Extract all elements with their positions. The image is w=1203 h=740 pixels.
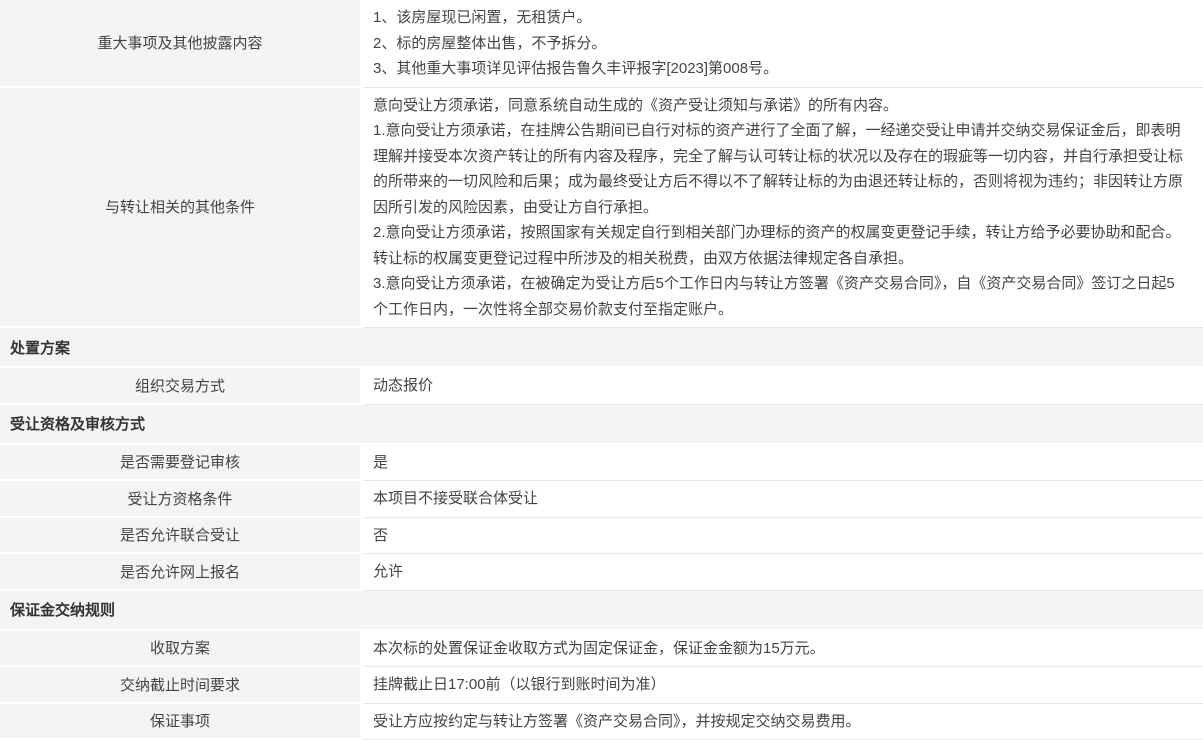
- value-line: 否: [373, 523, 1185, 549]
- field-value-cell: 1、该房屋现已闲置，无租赁户。2、标的房屋整体出售，不予拆分。3、其他重大事项详…: [363, 0, 1203, 88]
- field-label-cell: 是否允许联合受让: [0, 518, 363, 555]
- table-row: 收取方案本次标的处置保证金收取方式为固定保证金，保证金金额为15万元。: [0, 631, 1203, 668]
- info-table: 重大事项及其他披露内容1、该房屋现已闲置，无租赁户。2、标的房屋整体出售，不予拆…: [0, 0, 1203, 740]
- table-row: 是否允许联合受让否: [0, 518, 1203, 555]
- field-value-cell: 否: [363, 518, 1203, 555]
- field-value-cell: 挂牌截止日17:00前（以银行到账时间为准）: [363, 667, 1203, 704]
- value-line: 挂牌截止日17:00前（以银行到账时间为准）: [373, 672, 1185, 698]
- table-row: 交纳截止时间要求挂牌截止日17:00前（以银行到账时间为准）: [0, 667, 1203, 704]
- value-line: 3.意向受让方须承诺，在被确定为受让方后5个工作日内与转让方签署《资产交易合同》…: [373, 271, 1185, 322]
- table-row: 是否需要登记审核是: [0, 445, 1203, 482]
- table-row: 是否允许网上报名允许: [0, 554, 1203, 591]
- field-value-cell: 本项目不接受联合体受让: [363, 481, 1203, 518]
- field-label-cell: 与转让相关的其他条件: [0, 88, 363, 329]
- value-line: 1.意向受让方须承诺，在挂牌公告期间已自行对标的资产进行了全面了解，一经递交受让…: [373, 118, 1185, 220]
- section-header-label: 受让资格及审核方式: [10, 413, 145, 434]
- value-line: 3、其他重大事项详见评估报告鲁久丰评报字[2023]第008号。: [373, 56, 1185, 82]
- field-label-cell: 交纳截止时间要求: [0, 667, 363, 704]
- section-header-row: 受让资格及审核方式: [0, 405, 1203, 445]
- value-line: 允许: [373, 559, 1185, 585]
- field-label-cell: 组织交易方式: [0, 368, 363, 405]
- value-line: 受让方应按约定与转让方签署《资产交易合同》，并按规定交纳交易费用。: [373, 709, 1185, 735]
- field-value-cell: 本次标的处置保证金收取方式为固定保证金，保证金金额为15万元。: [363, 631, 1203, 668]
- value-line: 2、标的房屋整体出售，不予拆分。: [373, 31, 1185, 57]
- field-value-cell: 意向受让方须承诺，同意系统自动生成的《资产受让须知与承诺》的所有内容。1.意向受…: [363, 88, 1203, 329]
- value-line: 2.意向受让方须承诺，按照国家有关规定自行到相关部门办理标的资产的权属变更登记手…: [373, 220, 1185, 271]
- section-header-label: 保证金交纳规则: [10, 599, 115, 620]
- value-line: 动态报价: [373, 373, 1185, 399]
- section-header-label: 处置方案: [10, 337, 70, 358]
- field-value-cell: 允许: [363, 554, 1203, 591]
- field-value-cell: 动态报价: [363, 368, 1203, 405]
- field-label-cell: 是否允许网上报名: [0, 554, 363, 591]
- value-line: 意向受让方须承诺，同意系统自动生成的《资产受让须知与承诺》的所有内容。: [373, 93, 1185, 119]
- field-label-cell: 是否需要登记审核: [0, 445, 363, 482]
- value-line: 本次标的处置保证金收取方式为固定保证金，保证金金额为15万元。: [373, 636, 1185, 662]
- value-line: 1、该房屋现已闲置，无租赁户。: [373, 5, 1185, 31]
- table-row: 组织交易方式动态报价: [0, 368, 1203, 405]
- field-value-cell: 是: [363, 445, 1203, 482]
- field-label-cell: 重大事项及其他披露内容: [0, 0, 363, 88]
- field-label-cell: 收取方案: [0, 631, 363, 668]
- table-row: 与转让相关的其他条件意向受让方须承诺，同意系统自动生成的《资产受让须知与承诺》的…: [0, 88, 1203, 329]
- table-row: 重大事项及其他披露内容1、该房屋现已闲置，无租赁户。2、标的房屋整体出售，不予拆…: [0, 0, 1203, 88]
- value-line: 本项目不接受联合体受让: [373, 486, 1185, 512]
- value-line: 是: [373, 450, 1185, 476]
- section-header-row: 保证金交纳规则: [0, 591, 1203, 631]
- section-header-row: 处置方案: [0, 328, 1203, 368]
- table-row: 受让方资格条件本项目不接受联合体受让: [0, 481, 1203, 518]
- field-label-cell: 受让方资格条件: [0, 481, 363, 518]
